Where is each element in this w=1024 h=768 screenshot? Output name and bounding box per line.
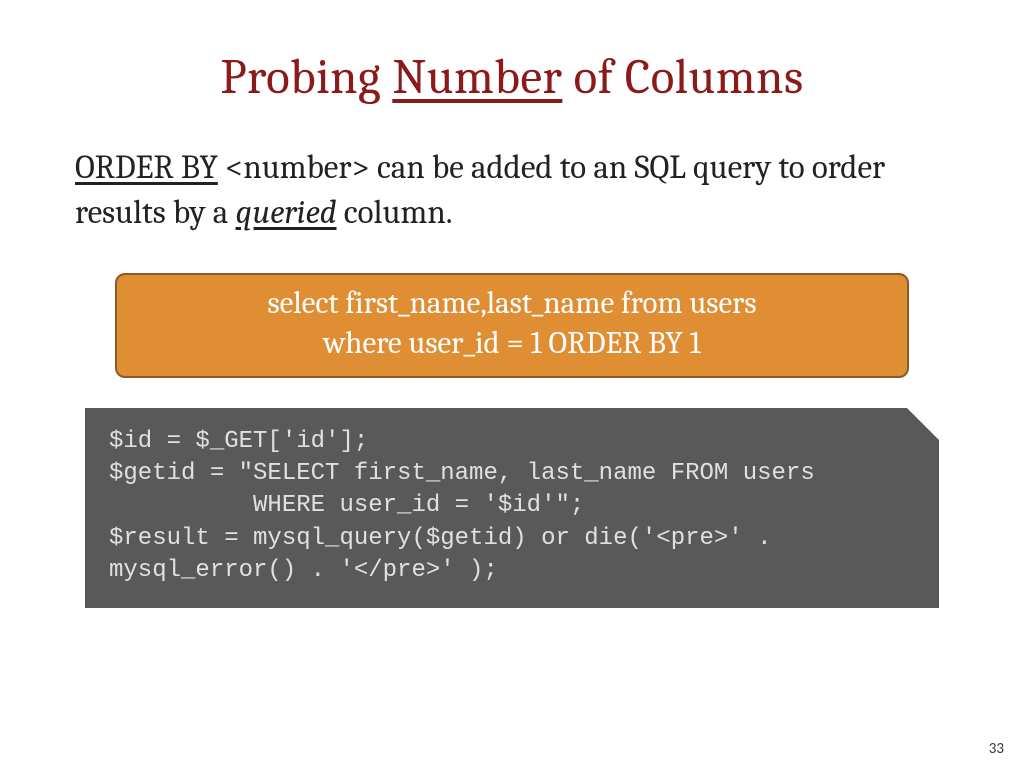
php-code-box: $id = $_GET['id']; $getid = "SELECT firs… bbox=[85, 408, 939, 608]
slide-title: Probing Number of Columns bbox=[75, 50, 949, 106]
desc-orderby: ORDER BY bbox=[75, 149, 218, 187]
title-underlined: Number bbox=[392, 50, 562, 106]
page-number: 33 bbox=[989, 740, 1004, 758]
desc-tail: column. bbox=[337, 194, 453, 232]
title-part2: of Columns bbox=[562, 50, 803, 106]
description: ORDER BY <number> can be added to an SQL… bbox=[75, 146, 949, 235]
desc-queried: queried bbox=[236, 194, 337, 232]
title-part1: Probing bbox=[220, 50, 392, 106]
slide: Probing Number of Columns ORDER BY <numb… bbox=[0, 0, 1024, 768]
sql-example-box: select first_name,last_name from users w… bbox=[115, 273, 909, 378]
sql-line-1: select first_name,last_name from users bbox=[137, 283, 887, 323]
sql-line-2: where user_id = 1 ORDER BY 1 bbox=[137, 323, 887, 363]
